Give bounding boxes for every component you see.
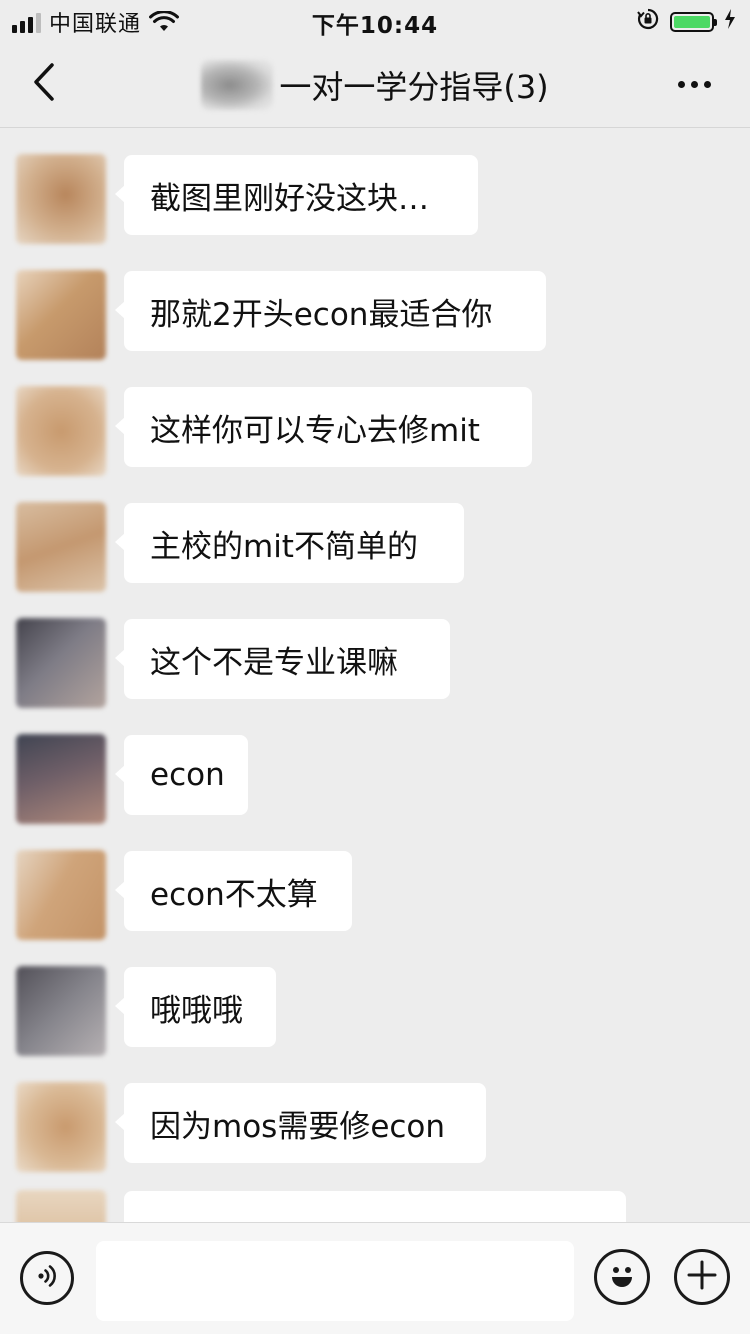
nav-bar: 一对一学分指导(3) xyxy=(0,40,750,128)
message-row xyxy=(0,1190,750,1222)
message-row: 截图里刚好没这块… xyxy=(0,154,750,254)
message-bubble[interactable]: 截图里刚好没这块… xyxy=(115,155,478,235)
battery-fill xyxy=(674,16,710,28)
avatar[interactable] xyxy=(16,154,106,244)
orientation-lock-icon xyxy=(636,7,660,37)
nav-title-wrap: 一对一学分指导(3) xyxy=(0,60,750,110)
more-dot xyxy=(690,80,698,88)
avatar[interactable] xyxy=(16,502,106,592)
message-bubble[interactable]: econ不太算 xyxy=(115,851,352,931)
more-button[interactable] xyxy=(672,62,716,106)
message-row: 因为mos需要修econ xyxy=(0,1082,750,1182)
message-bubble[interactable]: 那就2开头econ最适合你 xyxy=(115,271,546,351)
chat-message-list[interactable]: 截图里刚好没这块… 那就2开头econ最适合你 这样你可以专心去修mit 主校的… xyxy=(0,128,750,1222)
more-dot xyxy=(677,80,685,88)
emoji-button[interactable] xyxy=(594,1249,650,1305)
status-right xyxy=(636,7,736,37)
message-bubble[interactable]: 哦哦哦 xyxy=(115,967,276,1047)
message-row: 哦哦哦 xyxy=(0,966,750,1066)
message-row: 这样你可以专心去修mit xyxy=(0,386,750,486)
message-row: econ xyxy=(0,734,750,834)
message-row: 那就2开头econ最适合你 xyxy=(0,270,750,370)
message-bubble[interactable]: 这个不是专业课嘛 xyxy=(115,619,450,699)
emoji-icon xyxy=(602,1255,642,1299)
avatar[interactable] xyxy=(16,966,106,1056)
avatar[interactable] xyxy=(16,850,106,940)
plus-button[interactable] xyxy=(674,1249,730,1305)
battery-icon xyxy=(670,12,717,32)
message-bubble[interactable]: 主校的mit不简单的 xyxy=(115,503,464,583)
more-dot xyxy=(703,80,711,88)
avatar[interactable] xyxy=(16,618,106,708)
chat-title: 一对一学分指导(3) xyxy=(279,68,549,106)
avatar[interactable] xyxy=(16,1190,106,1222)
message-row: 主校的mit不简单的 xyxy=(0,502,750,602)
message-input[interactable] xyxy=(96,1241,574,1321)
message-row: 这个不是专业课嘛 xyxy=(0,618,750,718)
message-bubble[interactable]: 因为mos需要修econ xyxy=(115,1083,486,1163)
message-bubble[interactable]: 这样你可以专心去修mit xyxy=(115,387,532,467)
message-bubble[interactable]: econ xyxy=(115,735,248,815)
avatar[interactable] xyxy=(16,734,106,824)
voice-icon xyxy=(33,1262,61,1294)
input-bar xyxy=(0,1222,750,1334)
avatar[interactable] xyxy=(16,386,106,476)
avatar[interactable] xyxy=(16,1082,106,1172)
plus-icon xyxy=(685,1258,719,1296)
redacted-name-blur xyxy=(201,60,274,110)
message-row: econ不太算 xyxy=(0,850,750,950)
voice-button[interactable] xyxy=(20,1251,74,1305)
status-bar: 中国联通 下午10:44 xyxy=(0,0,750,40)
charging-icon xyxy=(724,8,736,36)
message-bubble[interactable] xyxy=(115,1191,626,1222)
avatar[interactable] xyxy=(16,270,106,360)
